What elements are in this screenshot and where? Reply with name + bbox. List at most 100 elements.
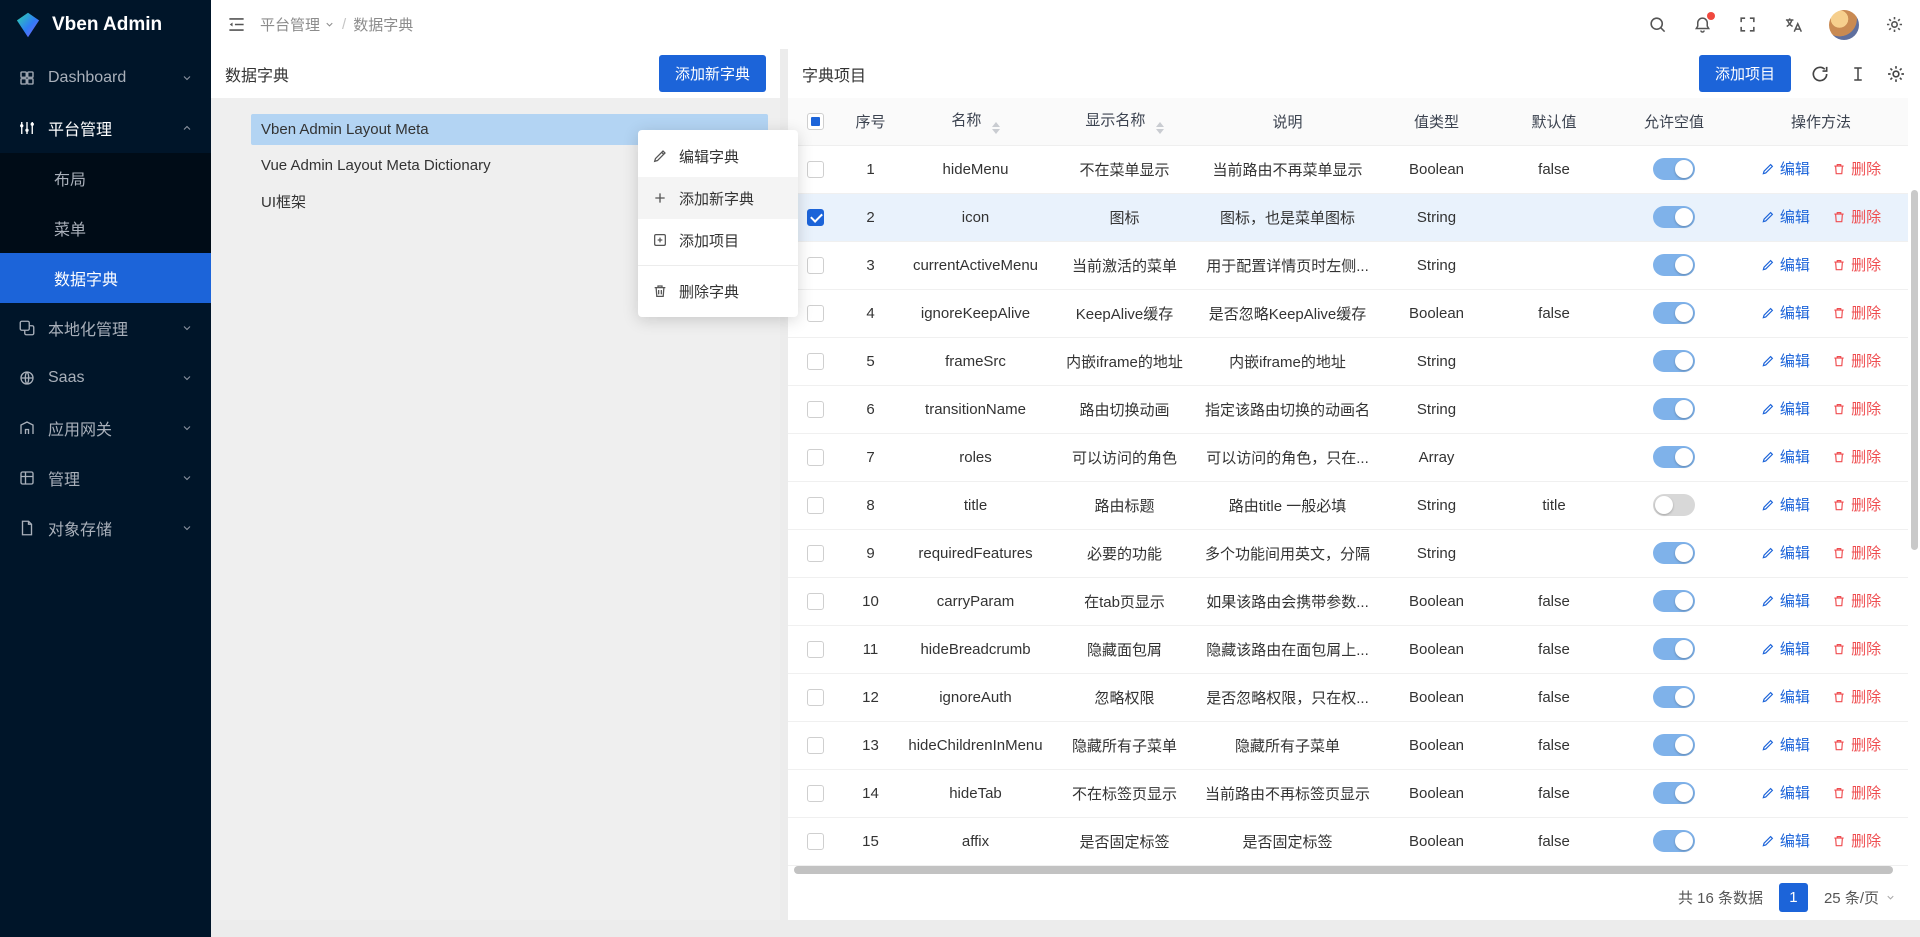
page-size-select[interactable]: 25 条/页 [1824,887,1896,908]
row-checkbox[interactable] [807,785,824,802]
nullable-toggle[interactable] [1653,734,1695,756]
row-checkbox[interactable] [807,353,824,370]
nullable-toggle[interactable] [1653,686,1695,708]
edit-button[interactable]: 编辑 [1761,638,1810,659]
sidebar-item-object-storage[interactable]: 对象存储 [0,503,211,553]
delete-button[interactable]: 删除 [1832,206,1881,227]
select-all-checkbox[interactable] [807,113,824,130]
page-number-button[interactable]: 1 [1779,883,1808,912]
settings-gear-icon[interactable] [1885,15,1904,34]
row-checkbox[interactable] [807,641,824,658]
delete-button[interactable]: 删除 [1832,638,1881,659]
refresh-icon[interactable] [1810,64,1830,84]
cell-name: hideChildrenInMenu [898,721,1053,769]
context-menu-delete-dictionary[interactable]: 删除字典 [638,270,798,312]
nullable-toggle[interactable] [1653,350,1695,372]
add-item-button[interactable]: 添加项目 [1699,55,1791,92]
row-checkbox[interactable] [807,257,824,274]
nullable-toggle[interactable] [1653,782,1695,804]
collapse-sidebar-icon[interactable] [227,15,246,34]
nullable-toggle[interactable] [1653,254,1695,276]
delete-button[interactable]: 删除 [1832,254,1881,275]
app-logo[interactable]: Vben Admin [0,0,211,49]
nullable-toggle[interactable] [1653,446,1695,468]
edit-button[interactable]: 编辑 [1761,158,1810,179]
column-header-name[interactable]: 名称 [898,98,1053,145]
sidebar-item-saas[interactable]: Saas [0,353,211,403]
globe-icon [18,369,36,387]
nullable-toggle[interactable] [1653,638,1695,660]
delete-button[interactable]: 删除 [1832,782,1881,803]
edit-button[interactable]: 编辑 [1761,302,1810,323]
delete-button[interactable]: 删除 [1832,542,1881,563]
edit-button[interactable]: 编辑 [1761,590,1810,611]
table-container: 序号 名称 显示名称 说明 值类型 [788,98,1920,874]
delete-button[interactable]: 删除 [1832,830,1881,851]
sidebar-item-gateway[interactable]: 应用网关 [0,403,211,453]
edit-button[interactable]: 编辑 [1761,398,1810,419]
user-avatar[interactable] [1829,10,1859,40]
translate-icon[interactable] [1783,15,1803,35]
row-checkbox[interactable] [807,305,824,322]
edit-button[interactable]: 编辑 [1761,446,1810,467]
row-checkbox[interactable] [807,209,824,226]
search-icon[interactable] [1648,15,1667,34]
delete-button[interactable]: 删除 [1832,302,1881,323]
column-settings-gear-icon[interactable] [1886,64,1906,84]
delete-button[interactable]: 删除 [1832,590,1881,611]
delete-button[interactable]: 删除 [1832,446,1881,467]
context-menu-add-dictionary[interactable]: 添加新字典 [638,177,798,219]
nullable-toggle[interactable] [1653,830,1695,852]
edit-button[interactable]: 编辑 [1761,254,1810,275]
delete-button[interactable]: 删除 [1832,398,1881,419]
row-checkbox[interactable] [807,593,824,610]
fullscreen-icon[interactable] [1738,15,1757,34]
delete-button[interactable]: 删除 [1832,686,1881,707]
delete-button[interactable]: 删除 [1832,494,1881,515]
context-menu-edit-dictionary[interactable]: 编辑字典 [638,135,798,177]
row-checkbox[interactable] [807,833,824,850]
edit-button[interactable]: 编辑 [1761,734,1810,755]
vertical-scrollbar[interactable] [1911,190,1918,550]
row-checkbox[interactable] [807,497,824,514]
edit-button[interactable]: 编辑 [1761,830,1810,851]
notifications-bell-icon[interactable] [1693,15,1712,34]
sidebar-item-dashboard[interactable]: Dashboard [0,53,211,103]
sidebar-item-layout[interactable]: 布局 [0,153,211,203]
edit-button[interactable]: 编辑 [1761,542,1810,563]
nullable-toggle[interactable] [1653,542,1695,564]
nullable-toggle[interactable] [1653,398,1695,420]
context-menu-add-item[interactable]: 添加项目 [638,219,798,261]
edit-button[interactable]: 编辑 [1761,782,1810,803]
sidebar-item-data-dictionary[interactable]: 数据字典 [0,253,211,303]
edit-button[interactable]: 编辑 [1761,494,1810,515]
toggle-knob [1655,496,1673,514]
nullable-toggle[interactable] [1653,302,1695,324]
row-checkbox[interactable] [807,545,824,562]
row-checkbox[interactable] [807,737,824,754]
sidebar-item-management[interactable]: 管理 [0,453,211,503]
nullable-toggle[interactable] [1653,158,1695,180]
delete-button[interactable]: 删除 [1832,350,1881,371]
nullable-toggle[interactable] [1653,206,1695,228]
row-checkbox[interactable] [807,689,824,706]
delete-button[interactable]: 删除 [1832,158,1881,179]
edit-button[interactable]: 编辑 [1761,686,1810,707]
sidebar-item-menu[interactable]: 菜单 [0,203,211,253]
row-checkbox[interactable] [807,161,824,178]
row-height-icon[interactable] [1849,65,1867,83]
delete-button[interactable]: 删除 [1832,734,1881,755]
edit-button[interactable]: 编辑 [1761,206,1810,227]
horizontal-scrollbar-thumb[interactable] [794,866,1893,874]
nullable-toggle[interactable] [1653,590,1695,612]
add-dictionary-button[interactable]: 添加新字典 [659,55,766,92]
edit-button[interactable]: 编辑 [1761,350,1810,371]
breadcrumb-platform[interactable]: 平台管理 [260,14,335,35]
row-checkbox[interactable] [807,449,824,466]
column-header-display-name[interactable]: 显示名称 [1053,98,1196,145]
sidebar-item-localization[interactable]: 本地化管理 [0,303,211,353]
sidebar-item-platform-management[interactable]: 平台管理 [0,103,211,153]
toggle-knob [1675,256,1693,274]
row-checkbox[interactable] [807,401,824,418]
nullable-toggle[interactable] [1653,494,1695,516]
